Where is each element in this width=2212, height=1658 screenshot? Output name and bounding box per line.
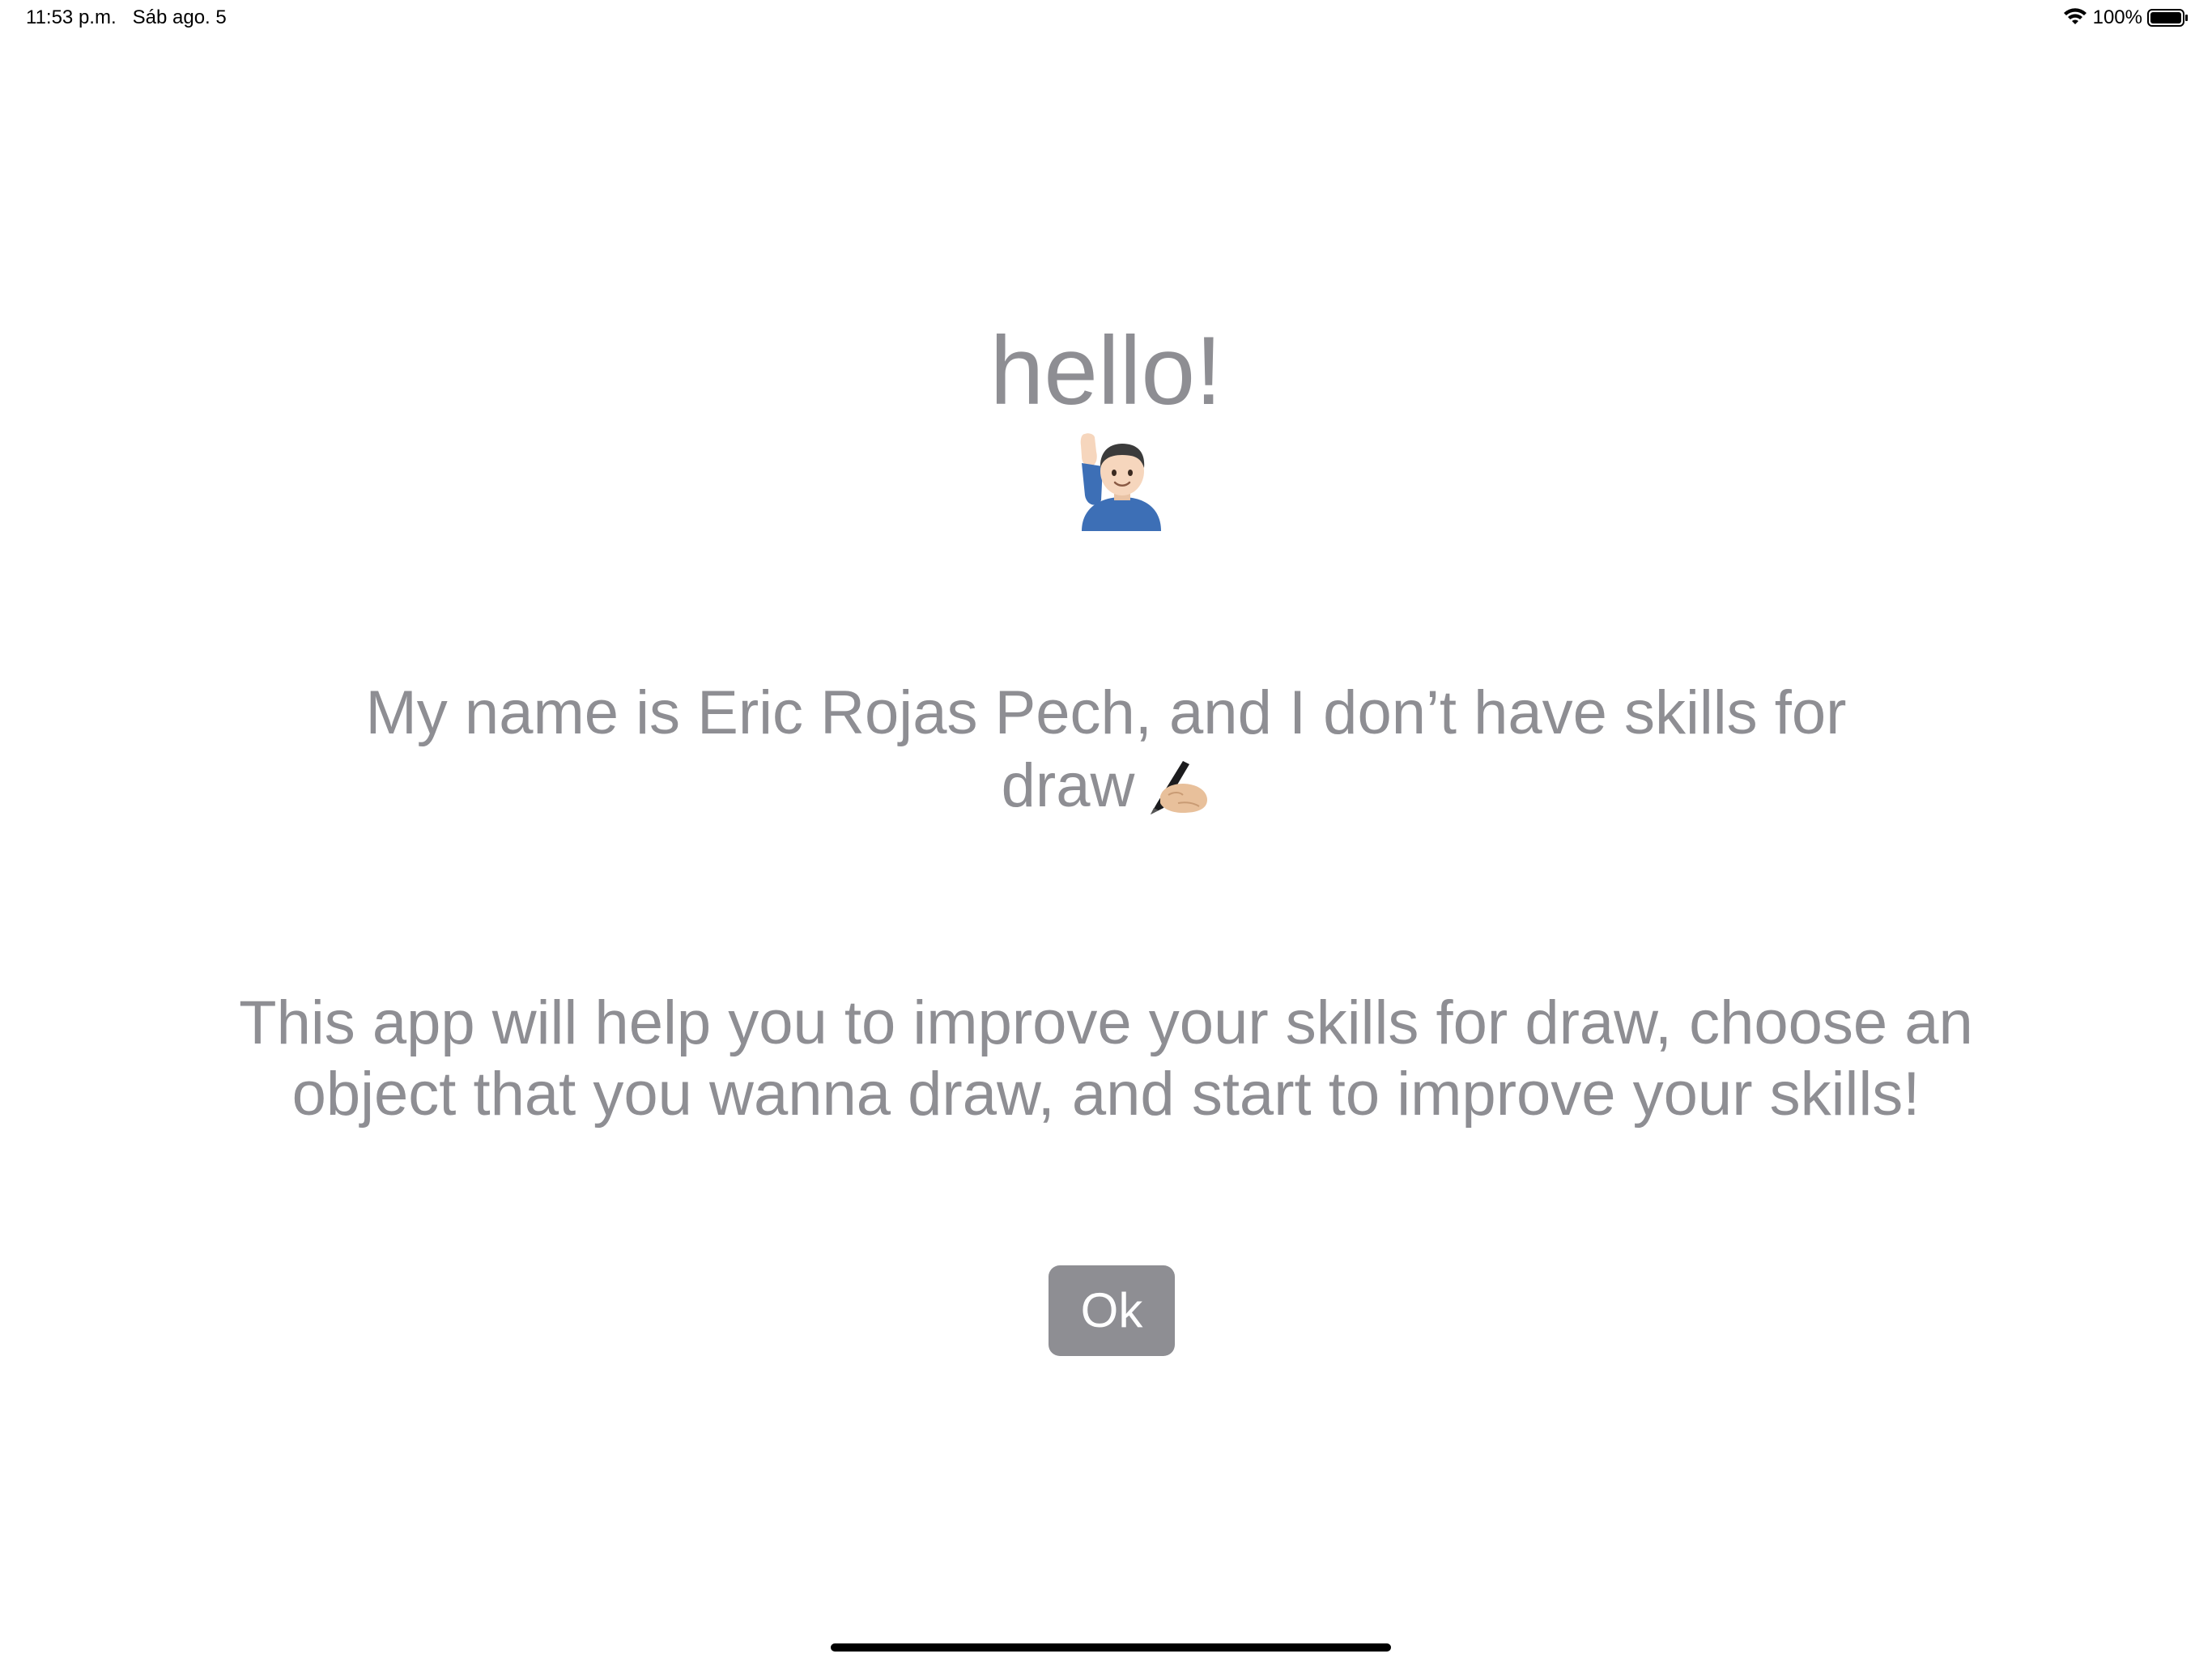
wifi-icon [2063,8,2087,24]
status-bar: 11:53 p.m. Sáb ago. 5 100% [0,0,2212,39]
status-time: 11:53 p.m. [26,6,117,28]
battery-percent: 100% [2092,6,2142,28]
intro-label: My name is Eric Rojas Pech, and I don’t … [365,678,1847,820]
description-text: This app will help you to improve your s… [239,988,1973,1129]
screen: 11:53 p.m. Sáb ago. 5 100% hello! My nam… [0,0,2212,1658]
status-right: 100% [2062,6,2189,29]
person-raising-hand-icon [1080,433,1161,531]
welcome-title: hello! [989,317,1223,425]
intro-text: My name is Eric Rojas Pech, and I don’t … [324,677,1888,823]
status-left: 11:53 p.m. Sáb ago. 5 [26,6,227,29]
ok-button[interactable]: Ok [1049,1265,1175,1356]
writing-hand-icon [1151,761,1208,814]
status-date: Sáb ago. 5 [132,6,227,28]
home-indicator[interactable] [831,1643,1391,1652]
battery-icon [2147,9,2188,27]
